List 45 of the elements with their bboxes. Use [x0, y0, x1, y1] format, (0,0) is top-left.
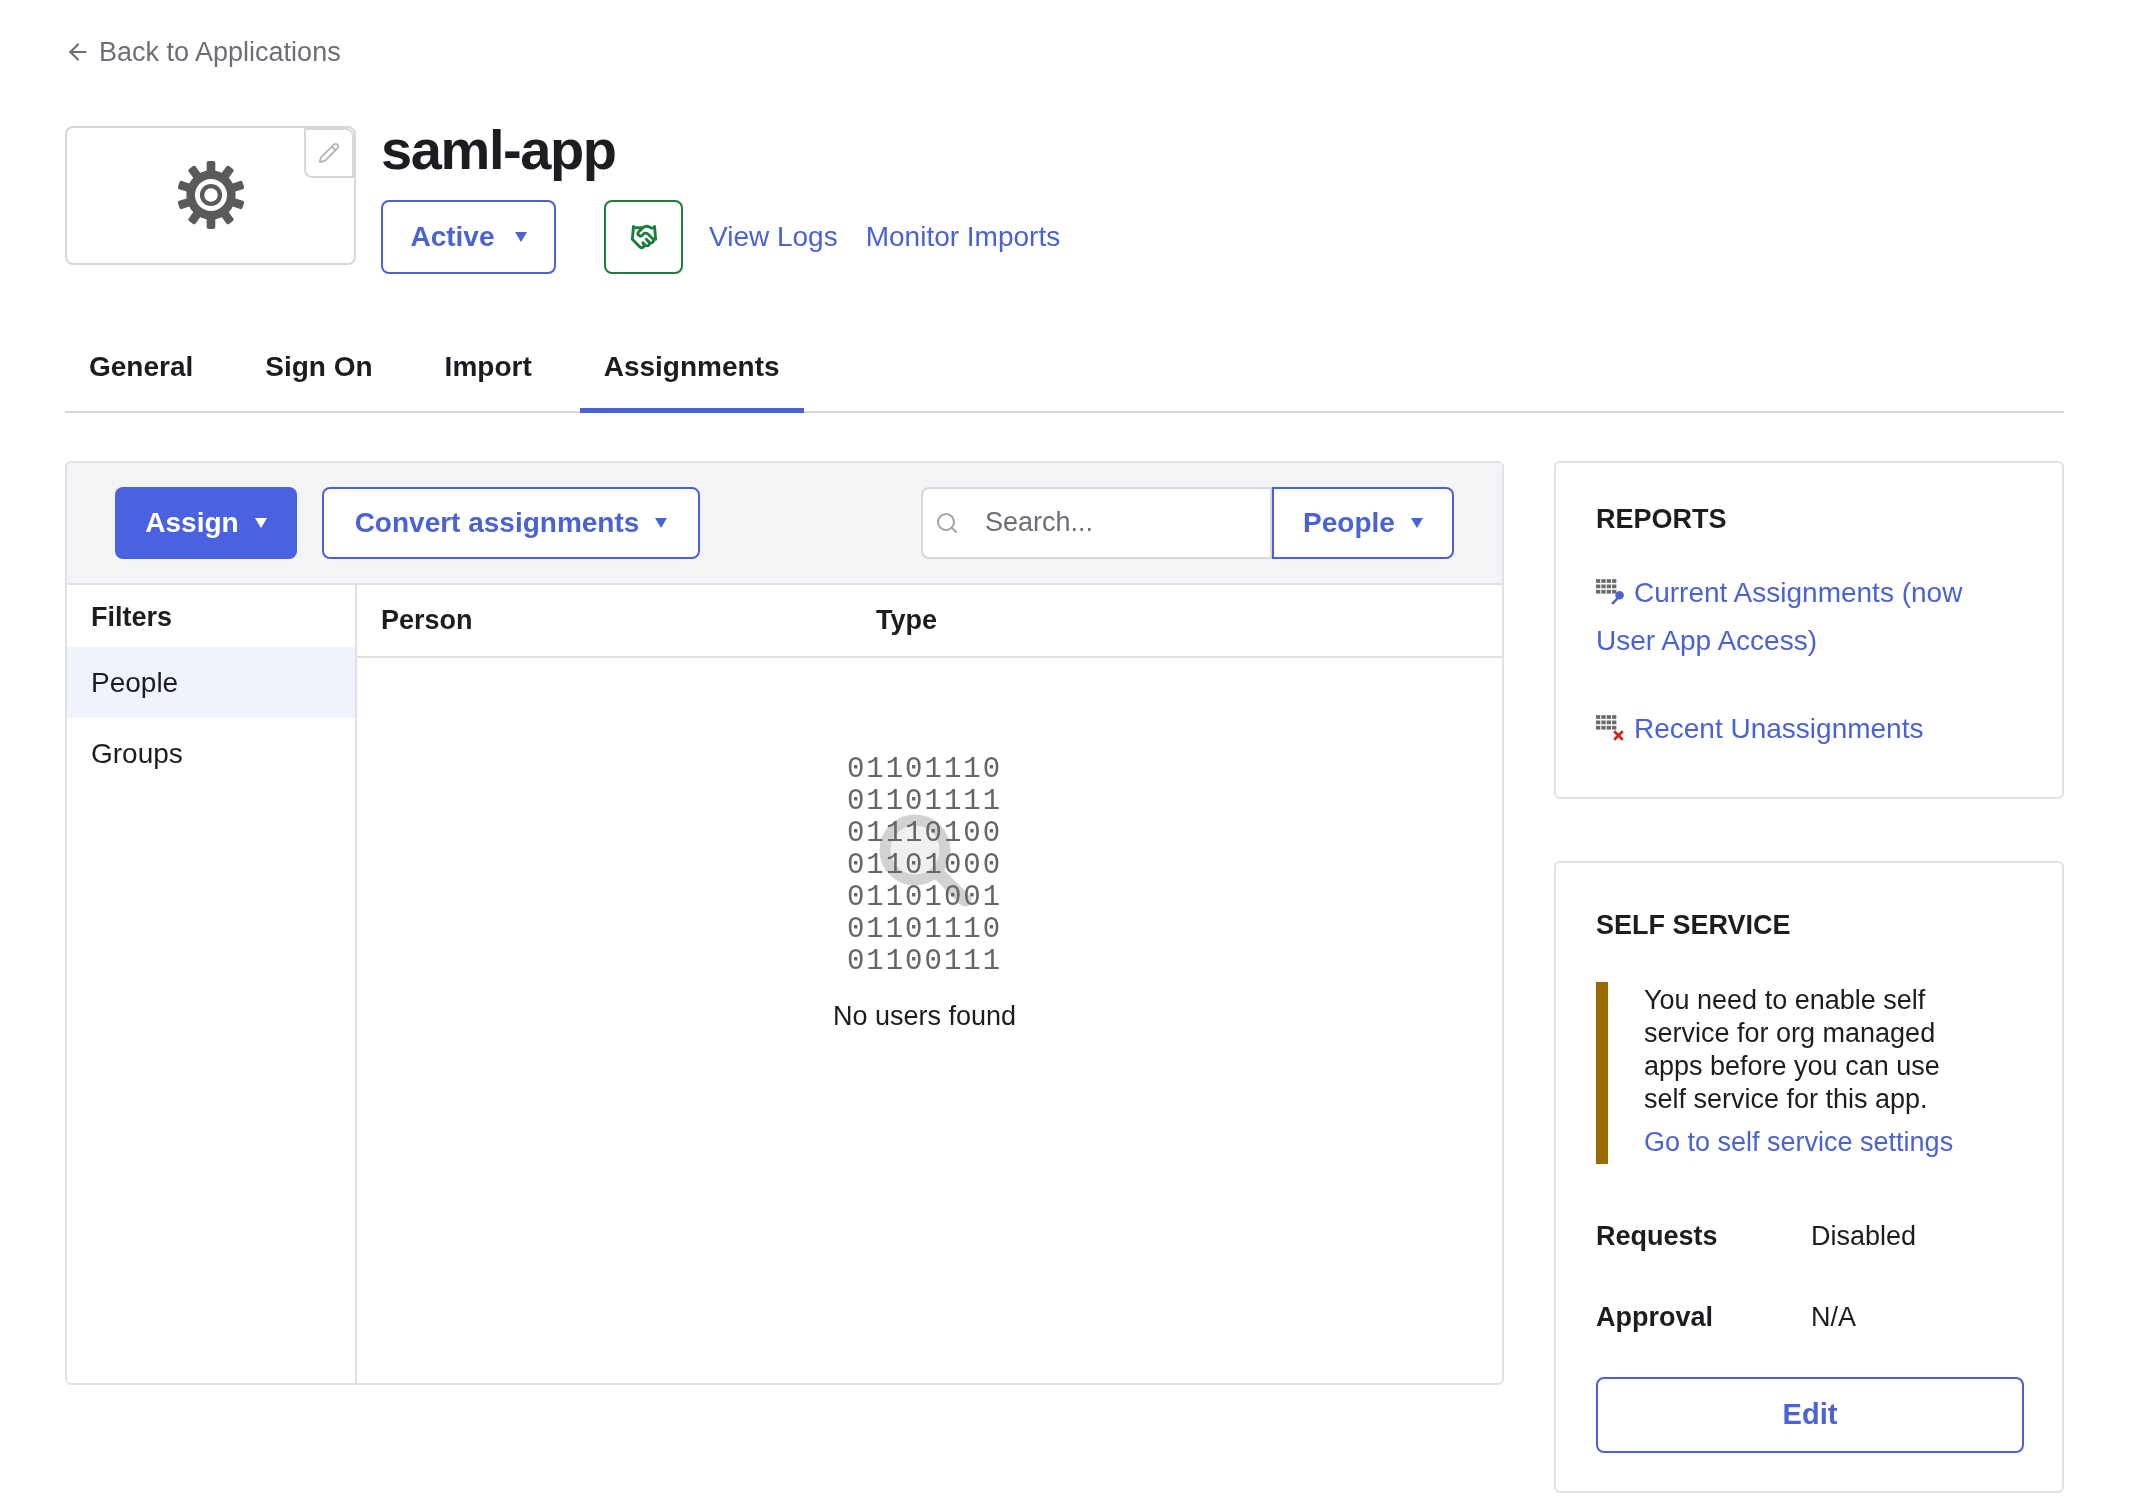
- assign-button[interactable]: Assign: [115, 486, 297, 559]
- column-header: Person: [380, 603, 474, 637]
- header-link[interactable]: Monitor Imports: [865, 215, 1061, 258]
- caret-icon: [254, 517, 267, 528]
- field-label: Requests: [1596, 1220, 1719, 1253]
- header-link[interactable]: View Logs: [709, 215, 838, 258]
- column-header: Type: [876, 603, 937, 637]
- field-value: N/A: [1811, 1300, 1856, 1334]
- binary-line: 01101001: [846, 881, 1003, 914]
- report-link[interactable]: Recent Unassignments: [1596, 705, 2006, 753]
- self-service-settings-link[interactable]: Go to self service settings: [1644, 1121, 2022, 1162]
- caret-icon: [514, 231, 527, 242]
- search-icon: [935, 510, 959, 535]
- status-dropdown[interactable]: Active: [381, 199, 556, 274]
- binary-line: 01101110: [846, 913, 1003, 946]
- tab[interactable]: General: [65, 343, 218, 413]
- field-value: Disabled: [1811, 1220, 1917, 1253]
- binary-line: 01101000: [846, 849, 1003, 882]
- empty-message: No users found: [832, 999, 1017, 1033]
- pencil-icon: [318, 141, 340, 164]
- reports-heading: REPORTS: [1596, 502, 1728, 536]
- handshake-button[interactable]: [604, 199, 683, 274]
- edit-button[interactable]: Edit: [1596, 1377, 2024, 1453]
- filter-item[interactable]: People: [67, 647, 355, 718]
- convert-assignments-button[interactable]: Convert assignments: [322, 486, 700, 559]
- grid-x-icon: [1596, 715, 1626, 741]
- binary-line: 01110100: [846, 817, 1003, 850]
- notice-text: You need to enable self service for org managed apps before you can use self service for this app.: [1644, 983, 1941, 1116]
- tab[interactable]: Import: [420, 343, 556, 413]
- self-service-heading: SELF SERVICE: [1596, 909, 1792, 942]
- caret-icon: [655, 517, 668, 528]
- filters-heading: Filters: [90, 600, 174, 634]
- binary-line: 01101110: [846, 753, 1003, 786]
- people-dropdown[interactable]: People: [1272, 486, 1454, 559]
- back-link[interactable]: Back to Applications: [65, 32, 341, 73]
- report-link[interactable]: Current Assignments (now User App Access): [1596, 569, 2006, 665]
- caret-icon: [1410, 517, 1423, 528]
- field-label: Approval: [1596, 1300, 1715, 1334]
- binary-line: 01100111: [846, 945, 1003, 978]
- search-field[interactable]: Search...: [921, 486, 1272, 559]
- handshake-icon: [629, 222, 658, 251]
- tab[interactable]: Assignments: [579, 343, 804, 413]
- binary-line: 01101111: [846, 785, 1003, 818]
- grid-key-icon: [1596, 579, 1626, 605]
- tab[interactable]: Sign On: [241, 343, 397, 413]
